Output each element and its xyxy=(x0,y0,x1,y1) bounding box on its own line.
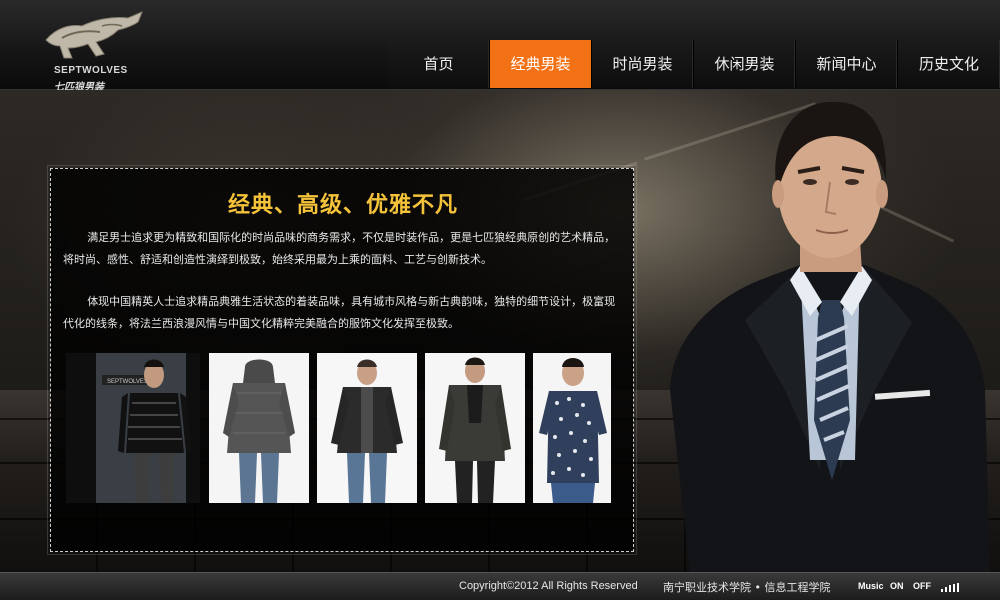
brand-name-en: SEPTWOLVES xyxy=(54,65,128,76)
photo-3-image xyxy=(317,353,417,503)
music-on-button[interactable]: ON xyxy=(890,581,904,591)
copyright-text: Copyright©2012 All Rights Reserved xyxy=(459,580,638,592)
site-footer: Copyright©2012 All Rights Reserved 南宁职业技… xyxy=(0,572,1000,600)
nav-item-home[interactable]: 首页 xyxy=(388,40,490,88)
brand-logo[interactable]: SEPTWOLVES 七匹狼男装 xyxy=(40,10,150,93)
main-nav: 首页 经典男装 时尚男装 休闲男装 新闻中心 历史文化 xyxy=(388,40,1000,88)
nav-item-fashion-menswear[interactable]: 时尚男装 xyxy=(592,40,694,88)
content-panel: 经典、高级、优雅不凡 满足男士追求更为精致和国际化的时尚品味的商务需求，不仅是时… xyxy=(47,165,637,555)
equalizer-icon xyxy=(941,582,963,592)
panel-title: 经典、高级、优雅不凡 xyxy=(227,193,458,218)
product-photo-3[interactable] xyxy=(317,353,417,503)
intro-paragraph-1: 满足男士追求更为精致和国际化的时尚品味的商务需求，不仅是时装作品，更是七匹狼经典… xyxy=(63,231,616,266)
product-photo-5[interactable] xyxy=(533,353,611,503)
photo-5-image xyxy=(533,353,611,503)
intro-paragraph-2: 体现中国精英人士追求精品典雅生活状态的着装品味，具有城市风格与新古典韵味，独特的… xyxy=(63,295,616,330)
nav-item-classic-menswear[interactable]: 经典男装 xyxy=(490,40,592,88)
product-photo-1[interactable]: SEPTWOLVES xyxy=(66,353,200,503)
product-photo-4[interactable] xyxy=(425,353,525,503)
music-label: Music xyxy=(858,581,884,591)
nav-item-casual-menswear[interactable]: 休闲男装 xyxy=(694,40,796,88)
wolf-logo-icon xyxy=(45,11,143,59)
photo-1-tag: SEPTWOLVES xyxy=(107,379,148,385)
product-photo-2[interactable] xyxy=(209,353,309,503)
nav-item-history-culture[interactable]: 历史文化 xyxy=(898,40,1000,88)
site-header: SEPTWOLVES 七匹狼男装 首页 经典男装 时尚男装 休闲男装 新闻中心 … xyxy=(0,0,1000,93)
music-off-button[interactable]: OFF xyxy=(913,581,931,591)
nav-item-news-center[interactable]: 新闻中心 xyxy=(796,40,898,88)
model-image xyxy=(670,101,990,572)
photo-4-image xyxy=(425,353,525,503)
photo-2-image xyxy=(209,353,309,503)
photo-1-image: SEPTWOLVES xyxy=(66,353,200,503)
school-text: 南宁职业技术学院 • 信息工程学院 xyxy=(663,581,831,594)
